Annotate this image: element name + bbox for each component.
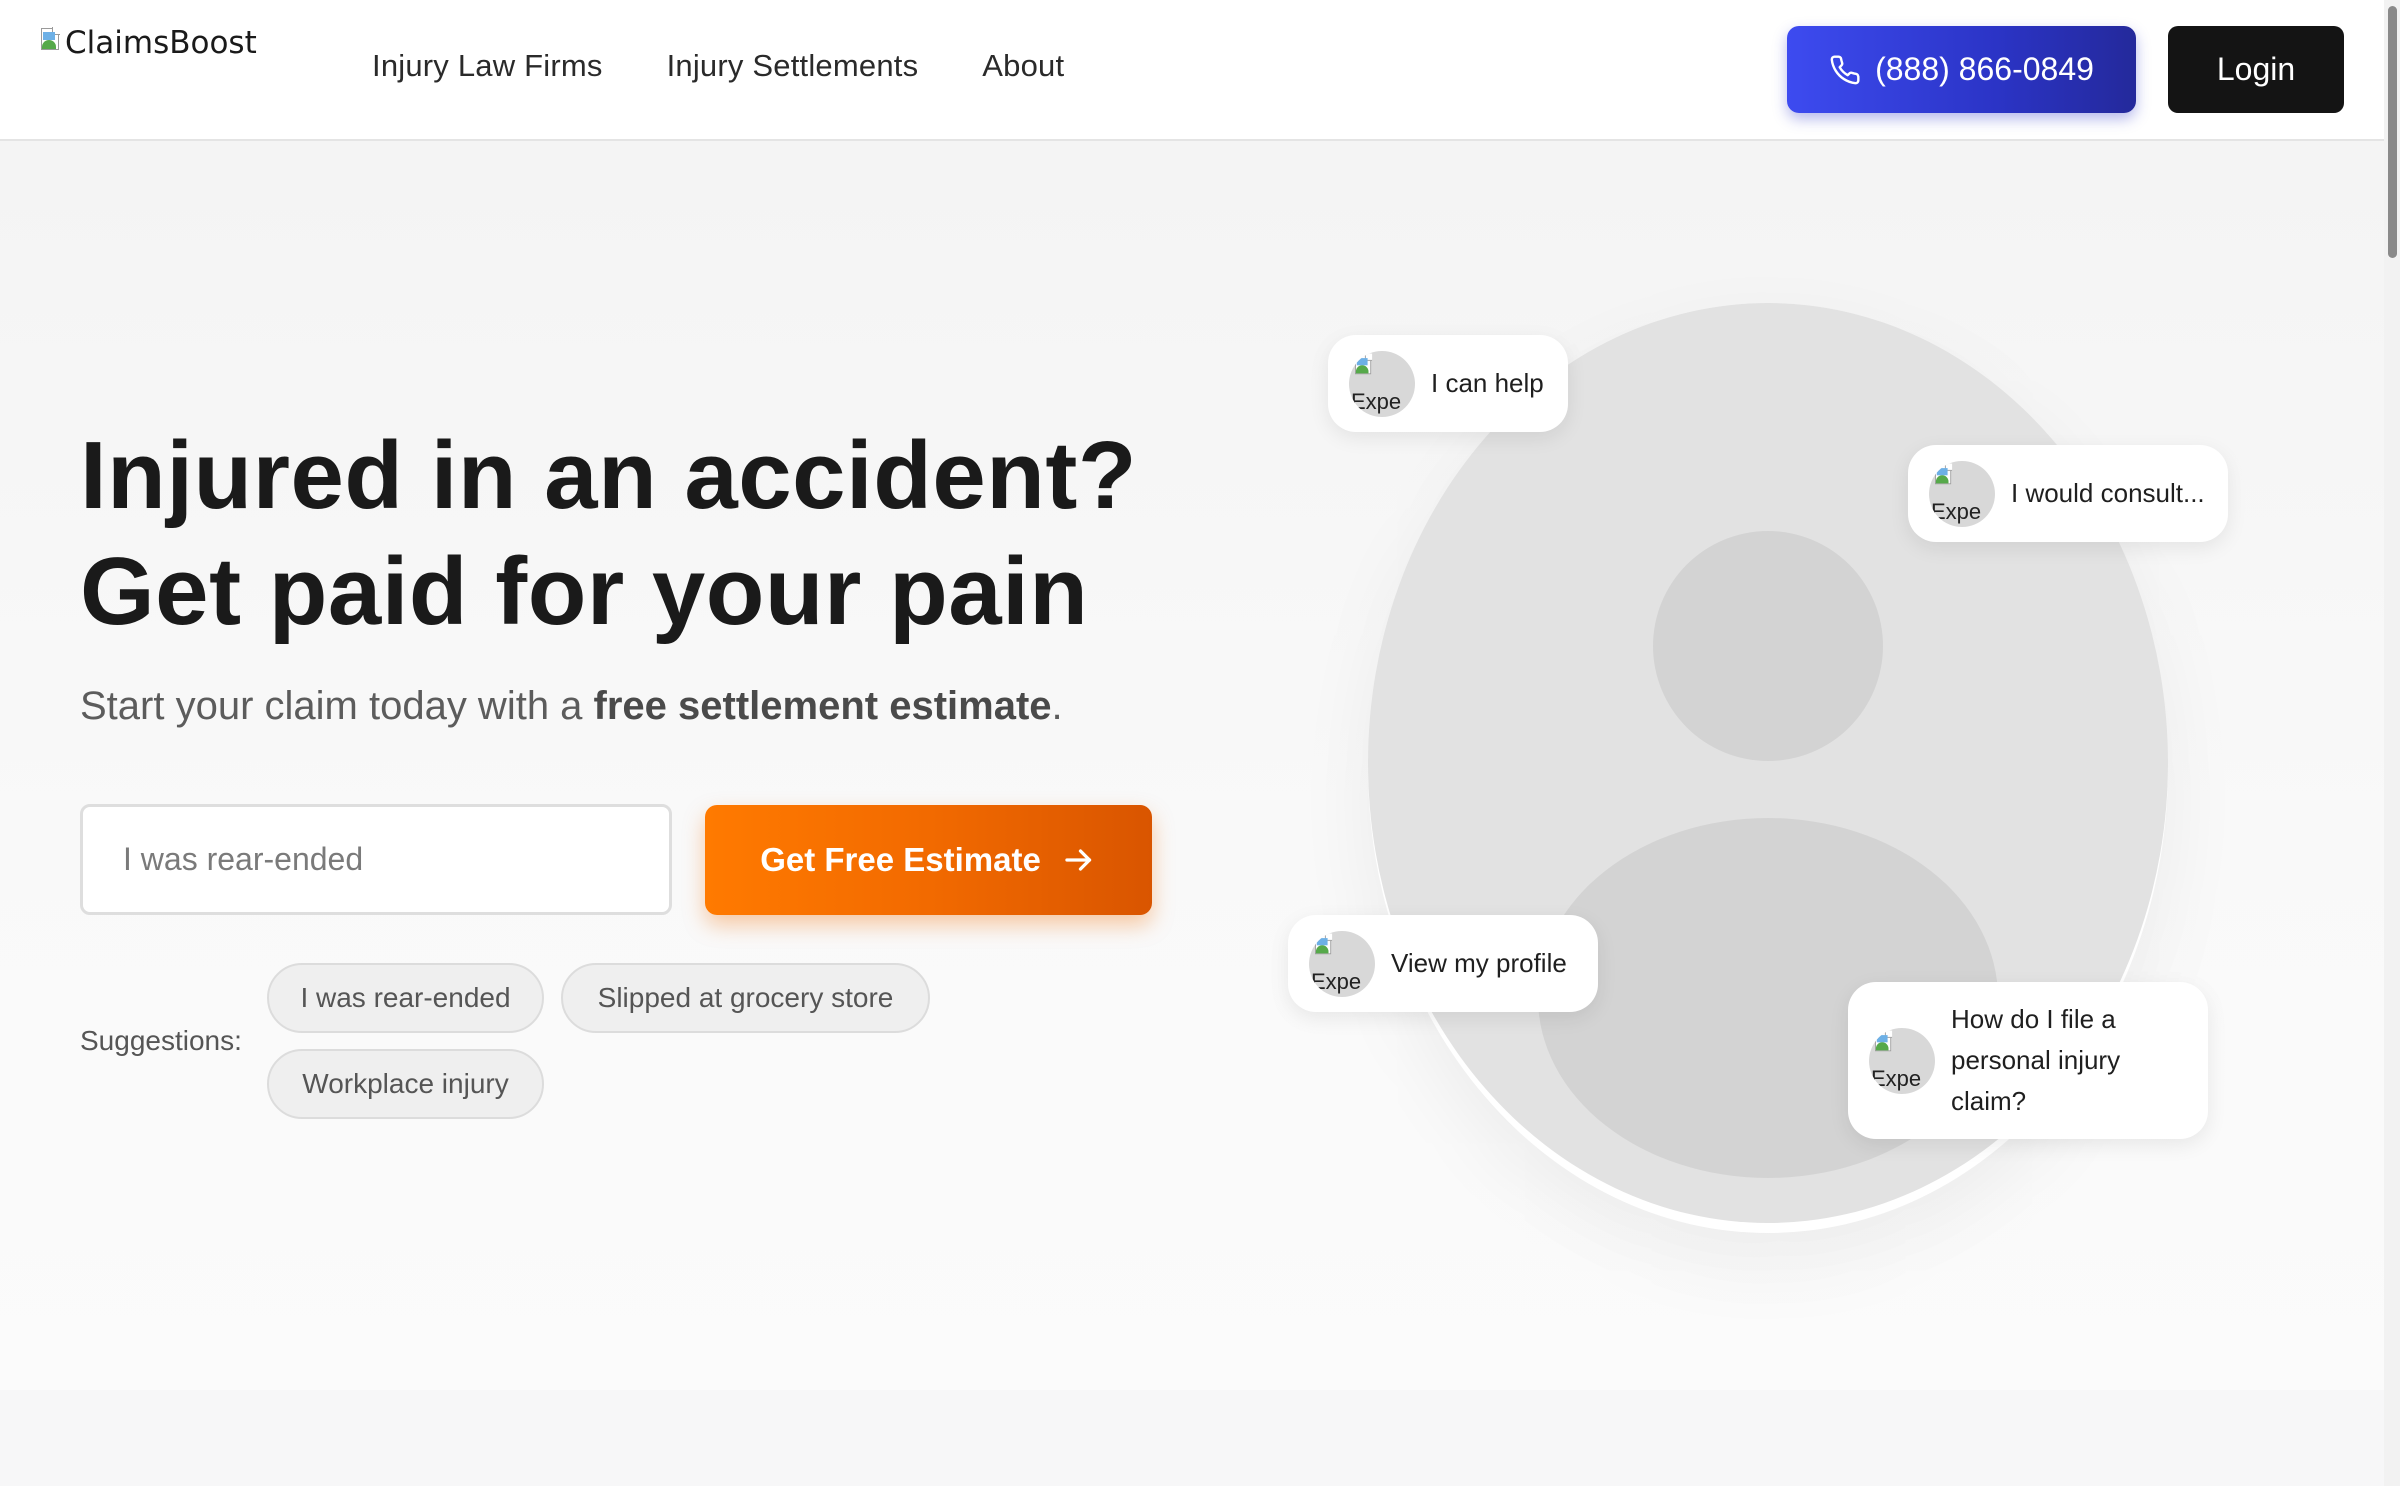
- bubble-text: How do I file a personal injury claim?: [1951, 1004, 2121, 1116]
- suggestion-chip[interactable]: Slipped at grocery store: [561, 963, 930, 1033]
- expert-avatar: Expe: [1869, 1027, 1935, 1094]
- expert-avatar: Expe: [1309, 930, 1375, 997]
- chat-bubble[interactable]: Expe I can help: [1328, 335, 1568, 432]
- nav-injury-law-firms[interactable]: Injury Law Firms: [372, 48, 603, 84]
- main-nav: Injury Law Firms Injury Settlements Abou…: [372, 48, 1064, 84]
- nav-injury-settlements[interactable]: Injury Settlements: [667, 48, 919, 84]
- estimate-button-label: Get Free Estimate: [760, 841, 1041, 878]
- avatar-head-shape: [1653, 531, 1883, 761]
- phone-icon: [1830, 54, 1860, 84]
- headline-line-2: Get paid for your pain: [80, 538, 1089, 645]
- hero-headline: Injured in an accident? Get paid for you…: [80, 418, 1137, 650]
- bubble-text: I would consult...: [2011, 478, 2205, 508]
- claim-description-input[interactable]: [80, 804, 672, 915]
- chat-bubble[interactable]: Expe I would consult...: [1908, 445, 2228, 542]
- broken-image-icon: [39, 27, 63, 58]
- nav-about[interactable]: About: [982, 48, 1064, 84]
- chat-bubble[interactable]: Expe View my profile: [1288, 915, 1598, 1012]
- logo[interactable]: ClaimsBoost: [39, 20, 257, 66]
- avatar-alt-text: Expe: [1311, 968, 1362, 994]
- expert-avatar: Expe: [1929, 460, 1995, 527]
- avatar-alt-text: Expe: [1871, 1065, 1922, 1091]
- subline-suffix: .: [1051, 684, 1063, 728]
- chat-bubble[interactable]: Expe How do I file a personal injury cla…: [1848, 982, 2208, 1139]
- bubble-text: View my profile: [1391, 948, 1567, 978]
- expert-avatar: Expe: [1349, 350, 1415, 417]
- avatar-alt-text: Expe: [1351, 388, 1402, 414]
- headline-line-1: Injured in an accident?: [80, 422, 1137, 529]
- site-header: ClaimsBoost Injury Law Firms Injury Sett…: [0, 0, 2384, 141]
- get-free-estimate-button[interactable]: Get Free Estimate: [705, 805, 1152, 915]
- avatar-alt-text: Expe: [1931, 498, 1982, 524]
- broken-image-icon: [1873, 1030, 1895, 1058]
- suggestion-chip[interactable]: Workplace injury: [267, 1049, 544, 1119]
- scrollbar-thumb[interactable]: [2388, 6, 2397, 258]
- arrow-right-icon: [1065, 849, 1091, 871]
- subline-bold: free settlement estimate: [593, 684, 1052, 728]
- phone-button[interactable]: (888) 866-0849: [1787, 26, 2136, 113]
- subline-prefix: Start your claim today with a: [80, 684, 594, 728]
- broken-image-icon: [1933, 463, 1955, 491]
- next-section: [0, 1390, 2384, 1486]
- broken-image-icon: [1313, 933, 1335, 961]
- logo-alt-text: ClaimsBoost: [65, 25, 257, 61]
- phone-number: (888) 866-0849: [1875, 51, 2094, 87]
- broken-image-icon: [1353, 353, 1375, 381]
- hero-subline: Start your claim today with a free settl…: [80, 684, 1063, 729]
- suggestions-label: Suggestions:: [80, 1025, 242, 1056]
- page-scrollbar[interactable]: [2384, 0, 2400, 1486]
- suggestion-chip[interactable]: I was rear-ended: [267, 963, 544, 1033]
- bubble-text: I can help: [1431, 368, 1544, 398]
- login-button[interactable]: Login: [2168, 26, 2344, 113]
